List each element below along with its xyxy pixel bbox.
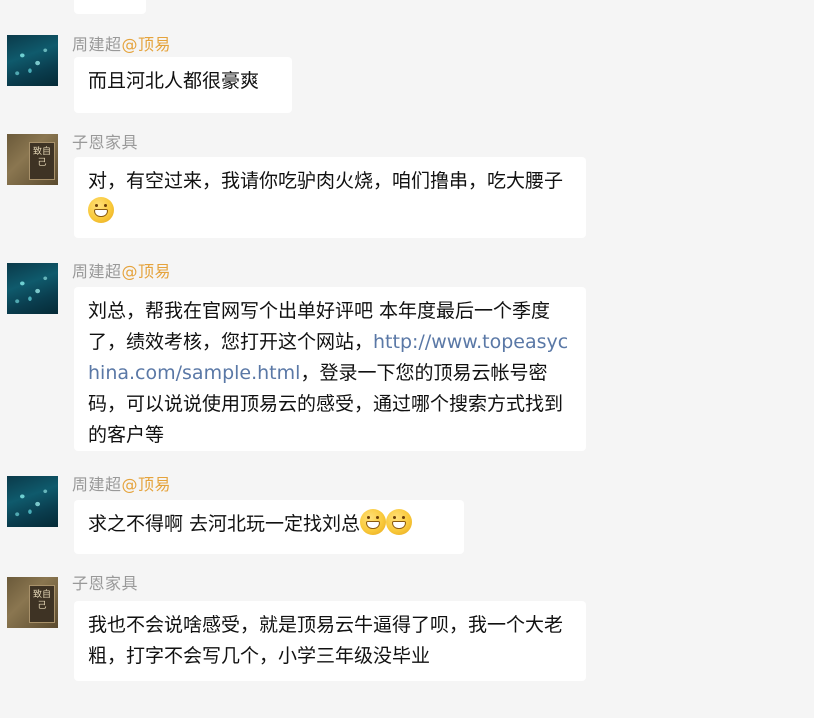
grin-emoji-icon: [88, 197, 114, 223]
previous-message-bubble: [74, 0, 146, 14]
sender-label: 周建超: [72, 475, 122, 494]
sender-label: 周建超: [72, 35, 122, 54]
message-text: 而且河北人都很豪爽: [88, 70, 260, 92]
avatar[interactable]: 致自己: [7, 577, 58, 628]
avatar[interactable]: [7, 263, 58, 314]
sender-name: 子恩家具: [72, 129, 138, 153]
avatar-book-cover: 致自己: [29, 142, 55, 180]
message-bubble[interactable]: 而且河北人都很豪爽: [74, 57, 292, 113]
sender-name: 周建超@顶易: [72, 31, 171, 55]
message-bubble[interactable]: 我也不会说啥感受，就是顶易云牛逼得了呗，我一个大老粗，打字不会写几个，小学三年级…: [74, 601, 586, 681]
sender-org-tag: @顶易: [121, 35, 172, 54]
sender-org-tag: @顶易: [121, 262, 172, 281]
sender-label: 子恩家具: [72, 133, 139, 152]
sender-label: 子恩家具: [72, 574, 139, 593]
message-bubble[interactable]: 对，有空过来，我请你吃驴肉火烧，咱们撸串，吃大腰子: [74, 157, 586, 238]
avatar[interactable]: [7, 476, 58, 527]
avatar[interactable]: 致自己: [7, 134, 58, 185]
sender-name: 周建超@顶易: [72, 471, 171, 495]
avatar-book-cover: 致自己: [29, 585, 55, 623]
message-text: 我也不会说啥感受，就是顶易云牛逼得了呗，我一个大老粗，打字不会写几个，小学三年级…: [88, 614, 564, 667]
sender-name: 子恩家具: [72, 570, 138, 594]
grin-emoji-icon: [360, 509, 387, 535]
grin-emoji-icon: [386, 509, 413, 535]
message-text: 求之不得啊 去河北玩一定找刘总: [88, 513, 361, 535]
message-bubble[interactable]: 刘总，帮我在官网写个出单好评吧 本年度最后一个季度了，绩效考核，您打开这个网站，…: [74, 287, 586, 451]
message-text: 对，有空过来，我请你吃驴肉火烧，咱们撸串，吃大腰子: [88, 170, 564, 192]
sender-label: 周建超: [72, 262, 122, 281]
message-bubble[interactable]: 求之不得啊 去河北玩一定找刘总: [74, 500, 464, 554]
sender-name: 周建超@顶易: [72, 258, 171, 282]
avatar[interactable]: [7, 35, 58, 86]
sender-org-tag: @顶易: [121, 475, 172, 494]
